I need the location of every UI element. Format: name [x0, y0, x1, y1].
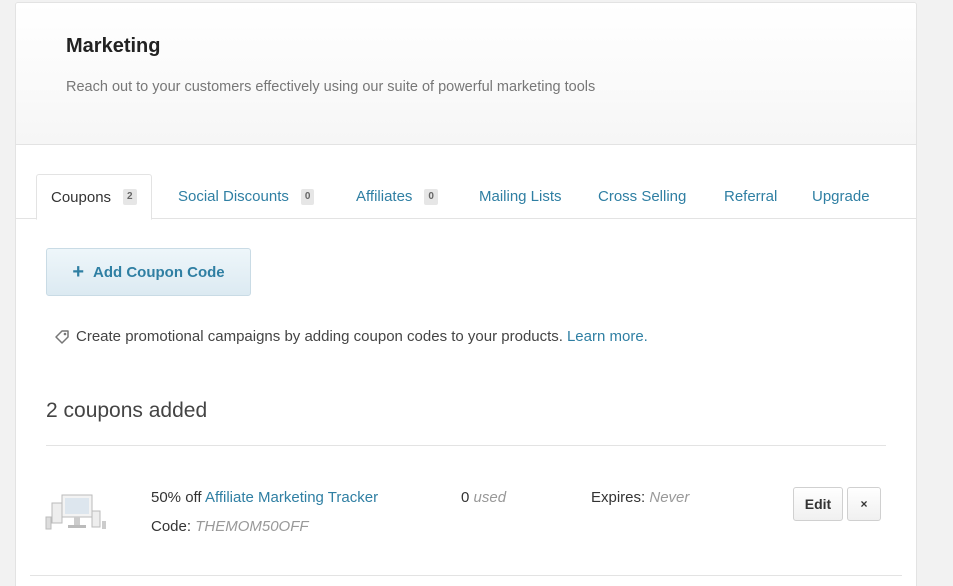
- coupon-code-label: Code:: [151, 518, 192, 535]
- tab-cross-selling[interactable]: Cross Selling: [598, 174, 686, 219]
- tab-mailing-lists[interactable]: Mailing Lists: [479, 174, 562, 219]
- coupon-code-line: Code: THEMOM50OFF: [151, 518, 309, 535]
- divider: [30, 575, 902, 576]
- product-thumbnail: [44, 493, 108, 537]
- page-title: Marketing: [66, 35, 161, 57]
- tag-icon: [54, 329, 70, 345]
- used-label: used: [473, 489, 507, 506]
- coupon-description: 50% off Affiliate Marketing Tracker: [151, 489, 378, 506]
- tab-label: Mailing Lists: [479, 188, 562, 205]
- tab-label: Social Discounts: [178, 188, 289, 205]
- used-count: 0: [461, 489, 470, 506]
- plus-icon: +: [72, 261, 85, 283]
- divider: [46, 445, 886, 446]
- edit-coupon-button[interactable]: Edit: [793, 487, 843, 521]
- marketing-tabs: Coupons 2 Social Discounts 0 Affiliates …: [16, 174, 916, 220]
- tab-affiliates[interactable]: Affiliates 0: [356, 174, 438, 219]
- add-coupon-button[interactable]: + Add Coupon Code: [46, 248, 251, 296]
- tab-label: Referral: [724, 188, 778, 205]
- tab-upgrade[interactable]: Upgrade: [812, 174, 870, 219]
- promo-note: Create promotional campaigns by adding c…: [54, 328, 648, 345]
- tab-label: Coupons: [51, 188, 112, 206]
- tab-label: Cross Selling: [598, 188, 687, 205]
- coupon-discount: 50% off: [151, 489, 202, 506]
- promo-text: Create promotional campaigns by adding c…: [76, 328, 563, 345]
- page-subtitle: Reach out to your customers effectively …: [66, 79, 596, 95]
- add-coupon-label: Add Coupon Code: [93, 263, 225, 281]
- coupons-count-heading: 2 coupons added: [46, 399, 208, 422]
- expires-label: Expires:: [591, 489, 646, 506]
- coupon-usage: 0 used: [461, 489, 506, 506]
- coupon-expiry: Expires: Never: [591, 489, 689, 506]
- expires-value: Never: [649, 489, 690, 506]
- tab-label: Upgrade: [812, 188, 870, 205]
- delete-coupon-button[interactable]: ×: [847, 487, 881, 521]
- learn-more-link[interactable]: Learn more.: [567, 328, 648, 345]
- tab-count-badge: 2: [123, 189, 137, 205]
- marketing-panel: Marketing Reach out to your customers ef…: [15, 2, 917, 586]
- tab-count-badge: 0: [424, 188, 438, 205]
- page-header: Marketing Reach out to your customers ef…: [16, 3, 916, 145]
- tab-referral[interactable]: Referral: [724, 174, 777, 219]
- tab-coupons[interactable]: Coupons 2: [36, 174, 152, 220]
- coupon-product-link[interactable]: Affiliate Marketing Tracker: [205, 489, 378, 506]
- coupon-code: THEMOM50OFF: [195, 518, 309, 535]
- tab-label: Affiliates: [356, 188, 413, 205]
- tab-count-badge: 0: [300, 188, 315, 205]
- tab-social-discounts[interactable]: Social Discounts 0: [178, 174, 315, 219]
